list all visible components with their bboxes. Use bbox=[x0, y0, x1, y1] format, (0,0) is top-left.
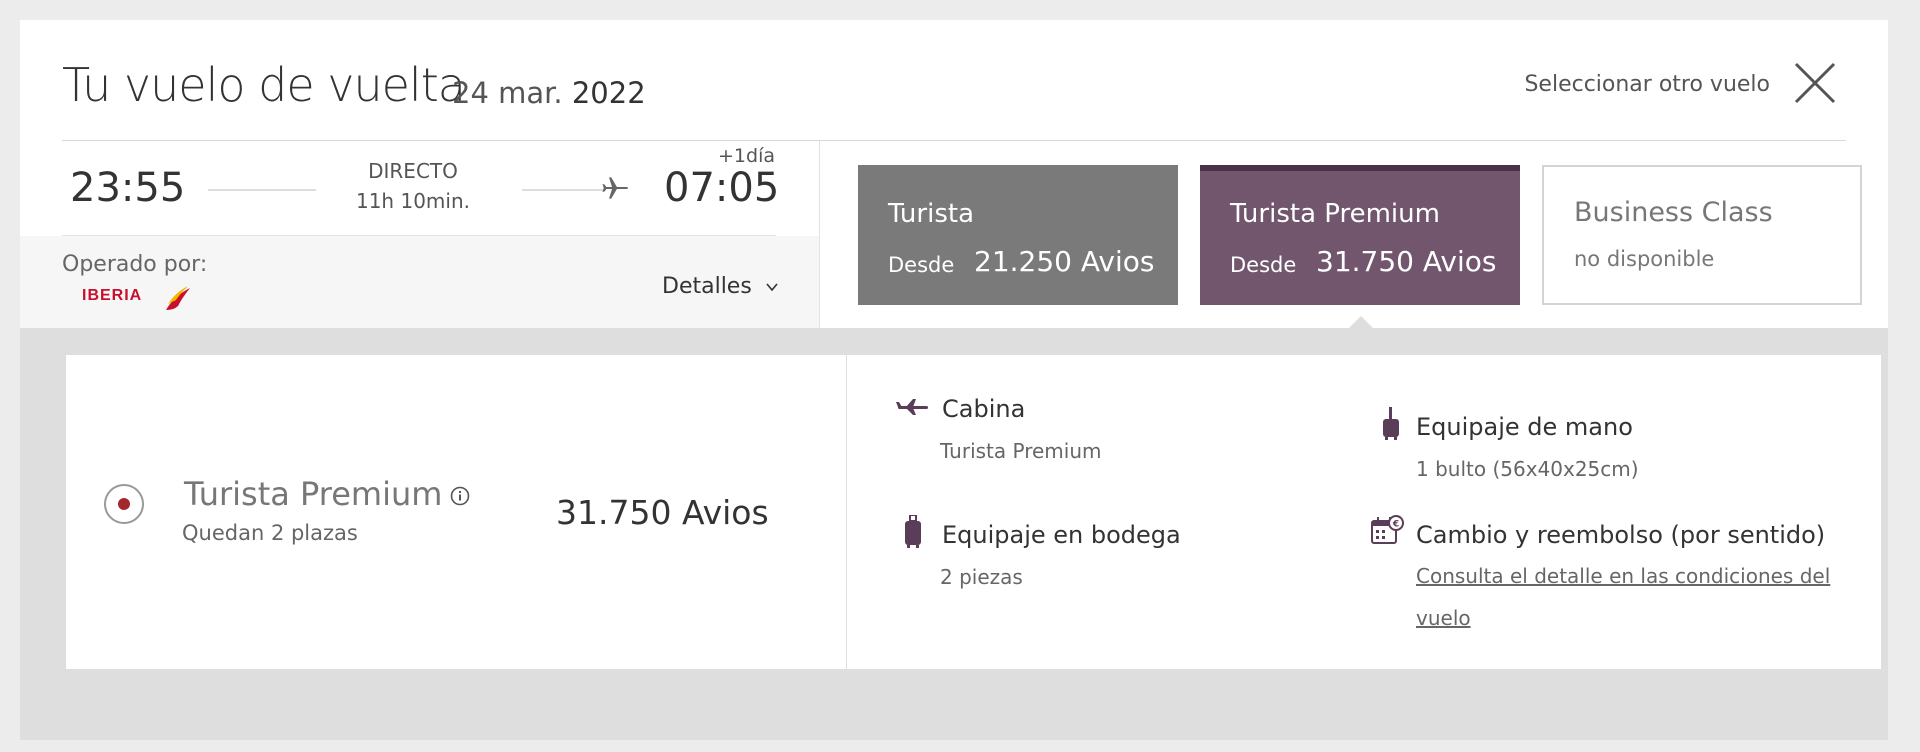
cabin-value: Turista Premium bbox=[940, 439, 1102, 463]
route-line bbox=[208, 189, 316, 191]
route-line bbox=[522, 189, 606, 191]
suitcase-icon bbox=[905, 515, 921, 548]
fare-tab-turista-premium[interactable]: Turista Premium Desde 31.750 Avios bbox=[1200, 165, 1520, 305]
flight-summary: Tu vuelo de vuelta 24 mar. 2022 Seleccio… bbox=[20, 20, 1888, 329]
hand-luggage-value: 1 bulto (56x40x25cm) bbox=[1416, 457, 1639, 481]
cabin-title: Cabina bbox=[942, 395, 1026, 423]
selected-fare-price: 31.750 Avios bbox=[556, 493, 769, 532]
panel-divider bbox=[846, 355, 847, 669]
close-icon[interactable] bbox=[1792, 60, 1838, 106]
fare-detail-panel: Turista Premium Quedan 2 plazas 31.750 A… bbox=[66, 355, 1881, 669]
selected-tab-pointer bbox=[1348, 316, 1374, 329]
seats-left: Quedan 2 plazas bbox=[182, 521, 358, 545]
fare-price: 31.750 Avios bbox=[1316, 245, 1497, 278]
svg-text:IBERIA: IBERIA bbox=[82, 287, 142, 304]
fare-status: no disponible bbox=[1574, 247, 1715, 271]
fare-name: Turista bbox=[888, 199, 974, 229]
svg-text:€: € bbox=[1392, 520, 1399, 530]
arrival-time: 07:05 bbox=[664, 165, 780, 211]
change-refund-title: Cambio y reembolso (por sentido) bbox=[1416, 521, 1826, 549]
fare-price: 21.250 Avios bbox=[974, 245, 1155, 278]
calendar-refund-icon: € bbox=[1371, 515, 1404, 544]
page-title: Tu vuelo de vuelta bbox=[62, 58, 466, 112]
plus-day-badge: +1día bbox=[718, 145, 775, 167]
fare-from-label: Desde bbox=[1230, 253, 1297, 277]
select-other-flight-link[interactable]: Seleccionar otro vuelo bbox=[1524, 72, 1770, 97]
flight-info: 23:55 DIRECTO 11h 10min. +1día 07:05 Ope… bbox=[20, 141, 820, 328]
details-label: Detalles bbox=[662, 274, 752, 299]
flight-type: DIRECTO bbox=[368, 159, 458, 183]
flight-duration: 11h 10min. bbox=[355, 189, 470, 213]
departure-time: 23:55 bbox=[70, 165, 186, 211]
fare-name: Business Class bbox=[1574, 197, 1773, 228]
iberia-logo: IBERIA bbox=[82, 286, 190, 310]
fare-radio-selected[interactable] bbox=[104, 484, 144, 524]
operated-by-label: Operado por: bbox=[62, 252, 208, 277]
fare-tab-turista[interactable]: Turista Desde 21.250 Avios bbox=[858, 165, 1178, 305]
fare-from-label: Desde bbox=[888, 253, 955, 277]
date-day-month: 24 mar. bbox=[452, 76, 563, 110]
details-toggle[interactable]: Detalles bbox=[662, 274, 779, 299]
hold-luggage-title: Equipaje en bodega bbox=[942, 521, 1181, 549]
operator-area: Operado por: IBERIA Detalles bbox=[20, 236, 820, 328]
info-icon[interactable] bbox=[450, 486, 470, 506]
hold-luggage-value: 2 piezas bbox=[940, 565, 1023, 589]
vertical-divider bbox=[819, 141, 820, 328]
fare-name: Turista Premium bbox=[1230, 199, 1440, 229]
chevron-down-icon bbox=[766, 283, 778, 292]
flight-times-row: 23:55 DIRECTO 11h 10min. +1día 07:05 bbox=[20, 141, 820, 236]
fare-tab-business: Business Class no disponible bbox=[1542, 165, 1862, 305]
plane-icon bbox=[896, 399, 928, 415]
selected-fare-name: Turista Premium bbox=[184, 475, 443, 513]
plane-icon bbox=[602, 177, 628, 199]
suitcase-icon bbox=[1383, 407, 1399, 440]
conditions-link[interactable]: Consulta el detalle en las condiciones d… bbox=[1416, 555, 1866, 639]
date-year: 2022 bbox=[571, 76, 646, 110]
flight-card: Tu vuelo de vuelta 24 mar. 2022 Seleccio… bbox=[20, 20, 1888, 740]
flight-date: 24 mar. 2022 bbox=[452, 76, 646, 110]
hand-luggage-title: Equipaje de mano bbox=[1416, 413, 1633, 441]
